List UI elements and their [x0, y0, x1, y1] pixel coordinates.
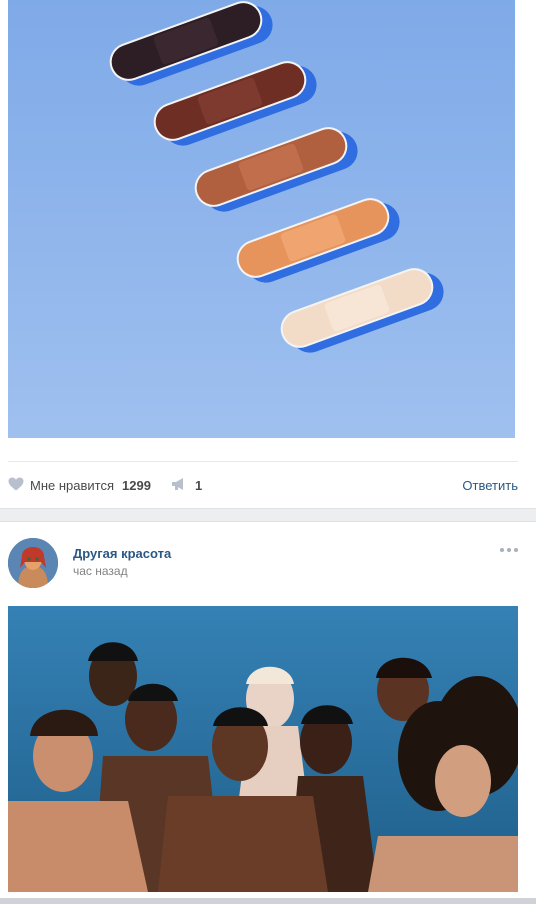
post-photo-bandages[interactable]	[8, 0, 515, 438]
post-actions-bar: Мне нравится 1299 1 Ответить	[8, 474, 518, 496]
like-label: Мне нравится	[30, 477, 115, 493]
like-button[interactable]: Мне нравится 1299	[8, 474, 151, 496]
actions-divider	[8, 461, 518, 462]
share-count: 1	[195, 477, 203, 493]
like-count: 1299	[122, 477, 151, 493]
more-dots-icon[interactable]	[500, 548, 518, 552]
post-photo-group[interactable]	[8, 606, 518, 892]
bottom-border	[0, 898, 536, 904]
heart-icon	[8, 477, 24, 494]
avatar[interactable]	[8, 538, 58, 588]
post-author-link[interactable]: Другая красота	[73, 546, 171, 561]
post-separator	[0, 508, 536, 522]
post-time[interactable]: час назад	[73, 564, 128, 578]
megaphone-icon	[171, 477, 187, 494]
share-button[interactable]: 1	[171, 474, 202, 496]
reply-button[interactable]: Ответить	[462, 474, 518, 496]
